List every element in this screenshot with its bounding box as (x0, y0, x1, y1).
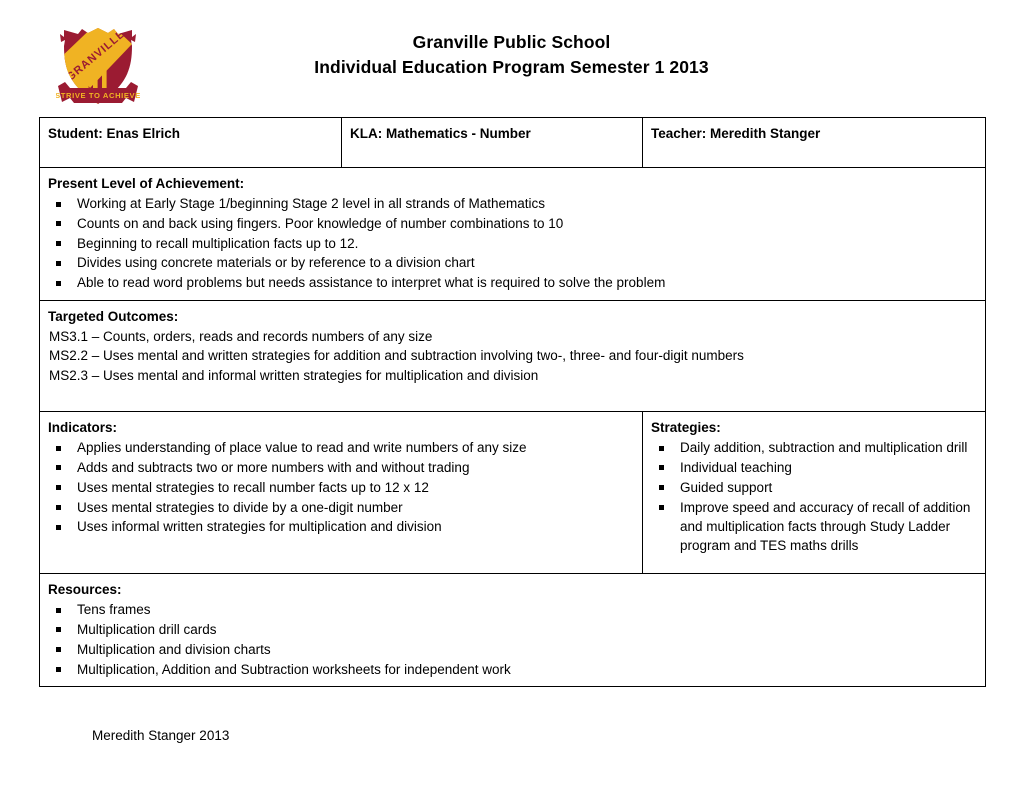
teacher-field: Teacher: Meredith Stanger (651, 126, 821, 141)
svg-text:STRIVE TO ACHIEVE: STRIVE TO ACHIEVE (56, 91, 140, 100)
outcome-line: MS2.3 – Uses mental and informal written… (49, 367, 539, 383)
footer-author-note: Meredith Stanger 2013 (92, 728, 230, 743)
list-item: Uses mental strategies to recall number … (48, 478, 634, 497)
strategies-heading: Strategies: (651, 420, 721, 436)
cell-strategies: Strategies: Daily addition, subtraction … (642, 411, 986, 575)
targeted-outcomes-heading: Targeted Outcomes: (48, 308, 179, 324)
list-item: Divides using concrete materials or by r… (48, 253, 977, 272)
table-row-indicators-strategies: Indicators: Applies understanding of pla… (39, 411, 986, 575)
list-item: Uses mental strategies to divide by a on… (48, 498, 634, 517)
list-item: Working at Early Stage 1/beginning Stage… (48, 194, 977, 213)
present-level-heading: Present Level of Achievement: (48, 176, 245, 191)
resources-heading: Resources: (48, 582, 122, 598)
page-title: Granville Public School Individual Educa… (0, 30, 1023, 80)
cell-present-level: Present Level of Achievement: Working at… (39, 167, 986, 301)
strategies-list: Daily addition, subtraction and multipli… (651, 438, 977, 555)
list-item: Multiplication and division charts (48, 640, 977, 659)
list-item: Multiplication drill cards (48, 620, 977, 639)
present-level-list: Working at Early Stage 1/beginning Stage… (48, 194, 977, 292)
table-row-targeted-outcomes: Targeted Outcomes: MS3.1 – Counts, order… (39, 299, 986, 413)
outcome-spacer (48, 385, 977, 404)
cell-kla: KLA: Mathematics - Number (341, 117, 643, 168)
list-item: Beginning to recall multiplication facts… (48, 234, 977, 253)
resources-list: Tens frames Multiplication drill cards M… (48, 600, 977, 679)
cell-resources: Resources: Tens frames Multiplication dr… (39, 573, 986, 688)
kla-field: KLA: Mathematics - Number (350, 126, 531, 141)
list-item: Tens frames (48, 600, 977, 619)
cell-targeted-outcomes: Targeted Outcomes: MS3.1 – Counts, order… (39, 299, 986, 413)
list-item: Applies understanding of place value to … (48, 438, 634, 457)
table-row-student-info: Student: Enas Elrich KLA: Mathematics - … (39, 117, 986, 168)
list-item: Counts on and back using fingers. Poor k… (48, 214, 977, 233)
outcome-line: MS2.2 – Uses mental and written strategi… (49, 348, 744, 364)
school-name: Granville Public School (412, 32, 611, 52)
program-title: Individual Education Program Semester 1 … (314, 57, 709, 77)
list-item: Daily addition, subtraction and multipli… (651, 438, 977, 457)
list-item: Individual teaching (651, 458, 977, 477)
cell-teacher: Teacher: Meredith Stanger (642, 117, 986, 168)
indicators-list: Applies understanding of place value to … (48, 438, 634, 536)
list-item: Improve speed and accuracy of recall of … (651, 498, 977, 556)
outcome-line: MS3.1 – Counts, orders, reads and record… (49, 328, 433, 344)
list-item: Multiplication, Addition and Subtraction… (48, 660, 977, 679)
cell-student: Student: Enas Elrich (39, 117, 342, 168)
student-field: Student: Enas Elrich (48, 126, 181, 141)
iep-table: Student: Enas Elrich KLA: Mathematics - … (39, 117, 986, 688)
list-item: Adds and subtracts two or more numbers w… (48, 458, 634, 477)
table-row-present-level: Present Level of Achievement: Working at… (39, 167, 986, 301)
indicators-heading: Indicators: (48, 420, 118, 436)
list-item: Able to read word problems but needs ass… (48, 273, 977, 292)
list-item: Uses informal written strategies for mul… (48, 517, 634, 536)
table-row-resources: Resources: Tens frames Multiplication dr… (39, 573, 986, 688)
document-header: GRANVILLE STRIVE TO ACHIEVE Granville Pu… (0, 0, 1023, 108)
list-item: Guided support (651, 478, 977, 497)
cell-indicators: Indicators: Applies understanding of pla… (39, 411, 643, 575)
